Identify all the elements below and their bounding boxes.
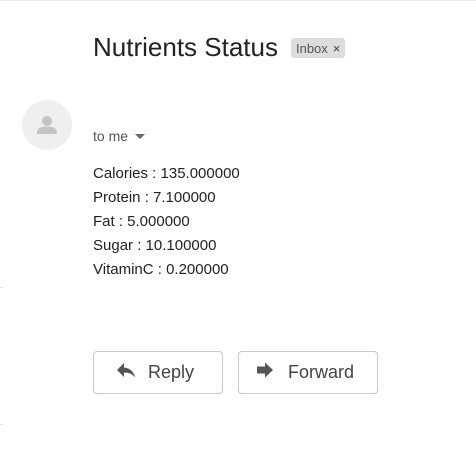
caret-down-icon bbox=[135, 134, 146, 139]
subject-row: Nutrients Status Inbox × bbox=[93, 31, 346, 63]
body-line-vitaminc: VitaminC : 0.200000 bbox=[93, 261, 229, 278]
reply-label: Reply bbox=[148, 362, 195, 382]
forward-label: Forward bbox=[288, 362, 355, 382]
avatar[interactable] bbox=[22, 100, 72, 150]
body-line-fat: Fat : 5.000000 bbox=[93, 213, 190, 230]
recipient-text: to me bbox=[93, 128, 129, 144]
edge-mark bbox=[0, 424, 3, 425]
close-icon[interactable]: × bbox=[333, 41, 341, 56]
body-line-sugar: Sugar : 10.100000 bbox=[93, 237, 217, 254]
label-text: Inbox bbox=[295, 40, 328, 56]
forward-arrow-icon bbox=[256, 362, 274, 383]
body-line-calories: Calories : 135.000000 bbox=[93, 165, 240, 182]
person-icon bbox=[37, 116, 57, 134]
top-divider bbox=[0, 0, 476, 1]
forward-button[interactable]: Forward bbox=[238, 351, 378, 394]
reply-arrow-icon bbox=[116, 362, 136, 383]
inbox-label-chip[interactable]: Inbox × bbox=[290, 38, 346, 58]
email-body: Calories : 135.000000 Protein : 7.100000… bbox=[93, 162, 240, 282]
edge-mark bbox=[0, 287, 3, 288]
reply-button[interactable]: Reply bbox=[93, 351, 223, 394]
email-subject: Nutrients Status bbox=[93, 32, 278, 62]
recipient-details-toggle[interactable]: to me bbox=[93, 128, 146, 144]
body-line-protein: Protein : 7.100000 bbox=[93, 189, 216, 206]
